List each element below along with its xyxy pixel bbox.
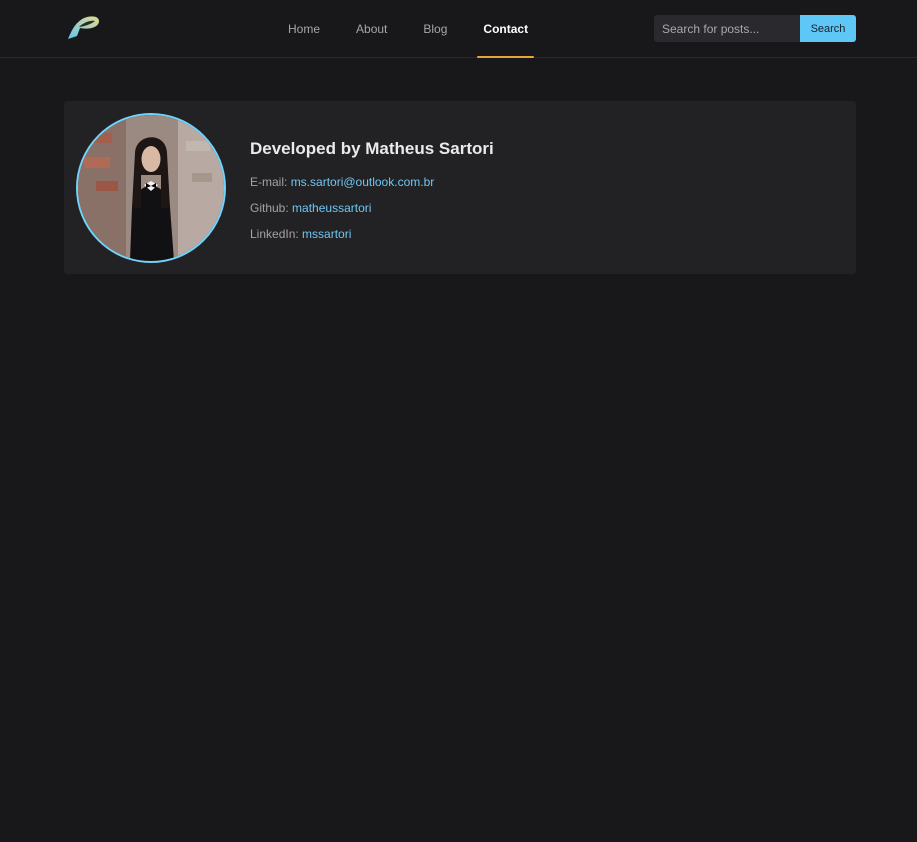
search-input[interactable] xyxy=(654,15,800,42)
search-button[interactable]: Search xyxy=(800,15,856,42)
linkedin-link[interactable]: mssartori xyxy=(302,227,351,241)
top-navbar: Home About Blog Contact Search xyxy=(0,0,917,58)
profile-avatar xyxy=(76,113,226,263)
profile-info: Developed by Matheus Sartori E-mail: ms.… xyxy=(250,139,494,241)
profile-title: Developed by Matheus Sartori xyxy=(250,139,494,158)
nav-contact[interactable]: Contact xyxy=(465,0,546,58)
profile-card: Developed by Matheus Sartori E-mail: ms.… xyxy=(64,101,856,274)
nav-home[interactable]: Home xyxy=(270,0,338,58)
nav-blog[interactable]: Blog xyxy=(405,0,465,58)
main-nav: Home About Blog Contact xyxy=(270,0,546,58)
nav-about[interactable]: About xyxy=(338,0,405,58)
email-link[interactable]: ms.sartori@outlook.com.br xyxy=(291,175,435,189)
github-row: Github: matheussartori xyxy=(250,201,494,215)
github-link[interactable]: matheussartori xyxy=(292,201,371,215)
search-form: Search xyxy=(654,15,856,42)
linkedin-label: LinkedIn: xyxy=(250,227,299,241)
linkedin-row: LinkedIn: mssartori xyxy=(250,227,494,241)
logo-icon[interactable] xyxy=(64,12,102,42)
email-row: E-mail: ms.sartori@outlook.com.br xyxy=(250,175,494,189)
email-label: E-mail: xyxy=(250,175,288,189)
github-label: Github: xyxy=(250,201,289,215)
